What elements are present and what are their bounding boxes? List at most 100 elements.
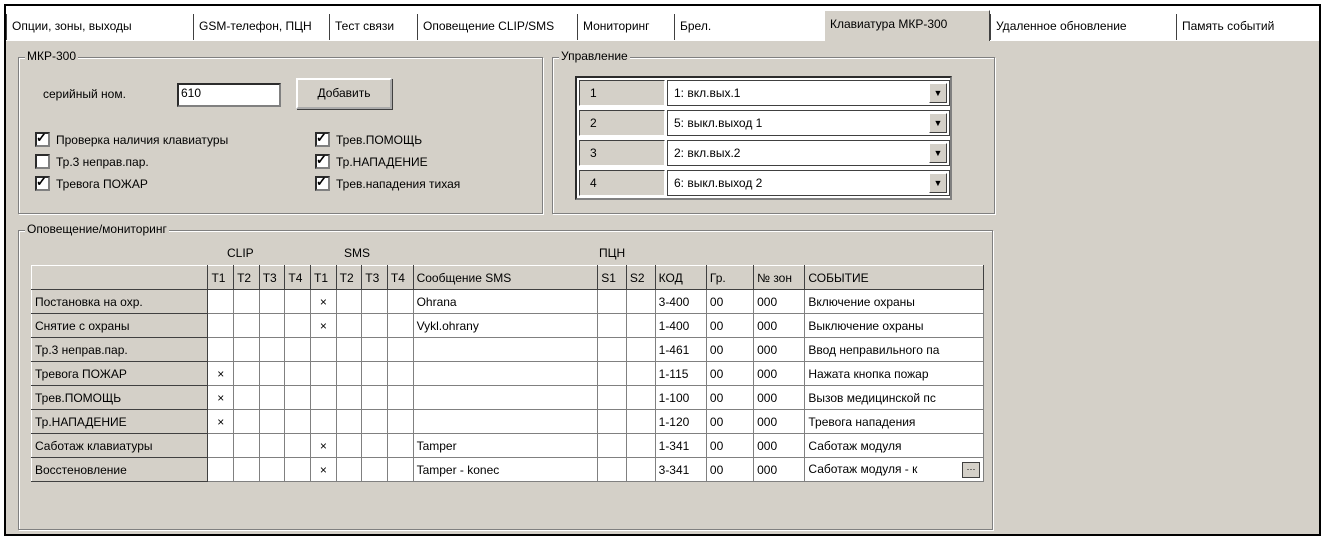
sms-cell[interactable] <box>361 361 388 386</box>
clip-cell[interactable] <box>207 289 235 314</box>
group-cell[interactable]: 00 <box>705 337 755 362</box>
tab-monitoring[interactable]: Мониторинг <box>577 14 674 40</box>
clip-cell[interactable] <box>258 457 286 482</box>
tab-gsm-phone[interactable]: GSM-телефон, ПЦН <box>193 14 329 40</box>
pcn-s2-cell[interactable] <box>625 289 656 314</box>
tab-remote-update[interactable]: Удаленное обновление <box>990 14 1176 40</box>
pcn-s2-cell[interactable] <box>625 313 656 338</box>
zone-cell[interactable]: 000 <box>753 457 806 482</box>
serial-number-input[interactable]: 610 <box>177 83 281 107</box>
pcn-s1-cell[interactable] <box>597 385 627 410</box>
sms-cell[interactable] <box>335 289 363 314</box>
clip-cell[interactable] <box>284 337 311 362</box>
sms-cell[interactable] <box>386 361 414 386</box>
zone-cell[interactable]: 000 <box>753 313 806 338</box>
event-cell[interactable]: Включение охраны <box>804 289 984 314</box>
pcn-s1-cell[interactable] <box>597 337 627 362</box>
event-cell[interactable]: Саботаж модуля <box>804 433 984 458</box>
code-cell[interactable]: 1-120 <box>654 409 707 434</box>
zone-cell[interactable]: 000 <box>753 289 806 314</box>
code-cell[interactable]: 1-100 <box>654 385 707 410</box>
checkbox-attack-alarm[interactable]: ✓ Тр.НАПАДЕНИЕ <box>315 152 428 169</box>
event-cell[interactable]: Выключение охраны <box>804 313 984 338</box>
sms-cell[interactable]: × <box>310 457 337 482</box>
sms-cell[interactable] <box>361 289 388 314</box>
clip-cell[interactable]: × <box>207 409 235 434</box>
pcn-s2-cell[interactable] <box>625 409 656 434</box>
pcn-s2-cell[interactable] <box>625 385 656 410</box>
clip-cell[interactable]: × <box>207 361 235 386</box>
checkbox-fire-alarm[interactable]: ✓ Тревога ПОЖАР <box>35 174 148 191</box>
clip-cell[interactable] <box>233 457 260 482</box>
clip-cell[interactable] <box>258 337 286 362</box>
chevron-down-icon[interactable]: ▼ <box>929 113 947 133</box>
tab-event-log[interactable]: Память событий <box>1176 14 1319 40</box>
pcn-s2-cell[interactable] <box>625 361 656 386</box>
add-button[interactable]: Добавить <box>296 78 392 109</box>
clip-cell[interactable] <box>233 337 260 362</box>
tab-keypad-mkp300[interactable]: Клавиатура МКР-300 <box>824 10 990 41</box>
sms-cell[interactable]: × <box>310 289 337 314</box>
control-select-1[interactable]: 1: вкл.вых.1 ▼ <box>667 80 950 106</box>
clip-cell[interactable] <box>284 361 311 386</box>
clip-cell[interactable] <box>233 289 260 314</box>
sms-cell[interactable] <box>310 361 337 386</box>
checkbox-keypad-presence[interactable]: ✓ Проверка наличия клавиатуры <box>35 130 228 147</box>
clip-cell[interactable] <box>207 337 235 362</box>
event-cell[interactable]: Нажата кнопка пожар <box>804 361 984 386</box>
zone-cell[interactable]: 000 <box>753 385 806 410</box>
sms-cell[interactable] <box>335 361 363 386</box>
control-select-4[interactable]: 6: выкл.выход 2 ▼ <box>667 170 950 196</box>
clip-cell[interactable] <box>284 289 311 314</box>
pcn-s2-cell[interactable] <box>625 457 656 482</box>
sms-cell[interactable] <box>361 337 388 362</box>
group-cell[interactable]: 00 <box>705 457 755 482</box>
clip-cell[interactable] <box>233 313 260 338</box>
sms-cell[interactable] <box>386 313 414 338</box>
pcn-s1-cell[interactable] <box>597 433 627 458</box>
clip-cell[interactable] <box>258 313 286 338</box>
control-select-2[interactable]: 5: выкл.выход 1 ▼ <box>667 110 950 136</box>
zone-cell[interactable]: 000 <box>753 361 806 386</box>
checkbox-silent-attack[interactable]: ✓ Трев.нападения тихая <box>315 174 460 191</box>
sms-cell[interactable] <box>386 385 414 410</box>
clip-cell[interactable] <box>258 409 286 434</box>
sms-message-cell[interactable] <box>412 361 599 386</box>
pcn-s1-cell[interactable] <box>597 457 627 482</box>
checkbox-wrong-password[interactable]: Тр.3 неправ.пар. <box>35 154 149 169</box>
sms-message-cell[interactable]: Tamper <box>412 433 599 458</box>
sms-message-cell[interactable] <box>412 385 599 410</box>
sms-cell[interactable] <box>335 457 363 482</box>
clip-cell[interactable] <box>207 433 235 458</box>
tab-connection-test[interactable]: Тест связи <box>329 14 417 40</box>
code-cell[interactable]: 1-461 <box>654 337 707 362</box>
group-cell[interactable]: 00 <box>705 385 755 410</box>
sms-cell[interactable] <box>361 313 388 338</box>
clip-cell[interactable]: × <box>207 385 235 410</box>
sms-cell[interactable] <box>386 337 414 362</box>
sms-cell[interactable] <box>335 313 363 338</box>
group-cell[interactable]: 00 <box>705 361 755 386</box>
tab-clip-sms[interactable]: Оповещение CLIP/SMS <box>417 14 577 40</box>
zone-cell[interactable]: 000 <box>753 433 806 458</box>
sms-cell[interactable] <box>335 433 363 458</box>
group-cell[interactable]: 00 <box>705 433 755 458</box>
code-cell[interactable]: 3-341 <box>654 457 707 482</box>
event-cell[interactable]: Тревога нападения <box>804 409 984 434</box>
pcn-s1-cell[interactable] <box>597 289 627 314</box>
sms-cell[interactable] <box>361 433 388 458</box>
sms-cell[interactable] <box>335 337 363 362</box>
pcn-s2-cell[interactable] <box>625 337 656 362</box>
sms-message-cell[interactable] <box>412 409 599 434</box>
code-cell[interactable]: 1-341 <box>654 433 707 458</box>
sms-cell[interactable] <box>386 433 414 458</box>
pcn-s1-cell[interactable] <box>597 313 627 338</box>
clip-cell[interactable] <box>284 433 311 458</box>
sms-cell[interactable] <box>386 457 414 482</box>
sms-message-cell[interactable]: Tamper - konec <box>412 457 599 482</box>
tab-keyfob[interactable]: Брел. <box>674 14 724 40</box>
group-cell[interactable]: 00 <box>705 409 755 434</box>
clip-cell[interactable] <box>233 385 260 410</box>
sms-cell[interactable]: × <box>310 313 337 338</box>
checkbox-help-alarm[interactable]: ✓ Трев.ПОМОЩЬ <box>315 130 422 147</box>
